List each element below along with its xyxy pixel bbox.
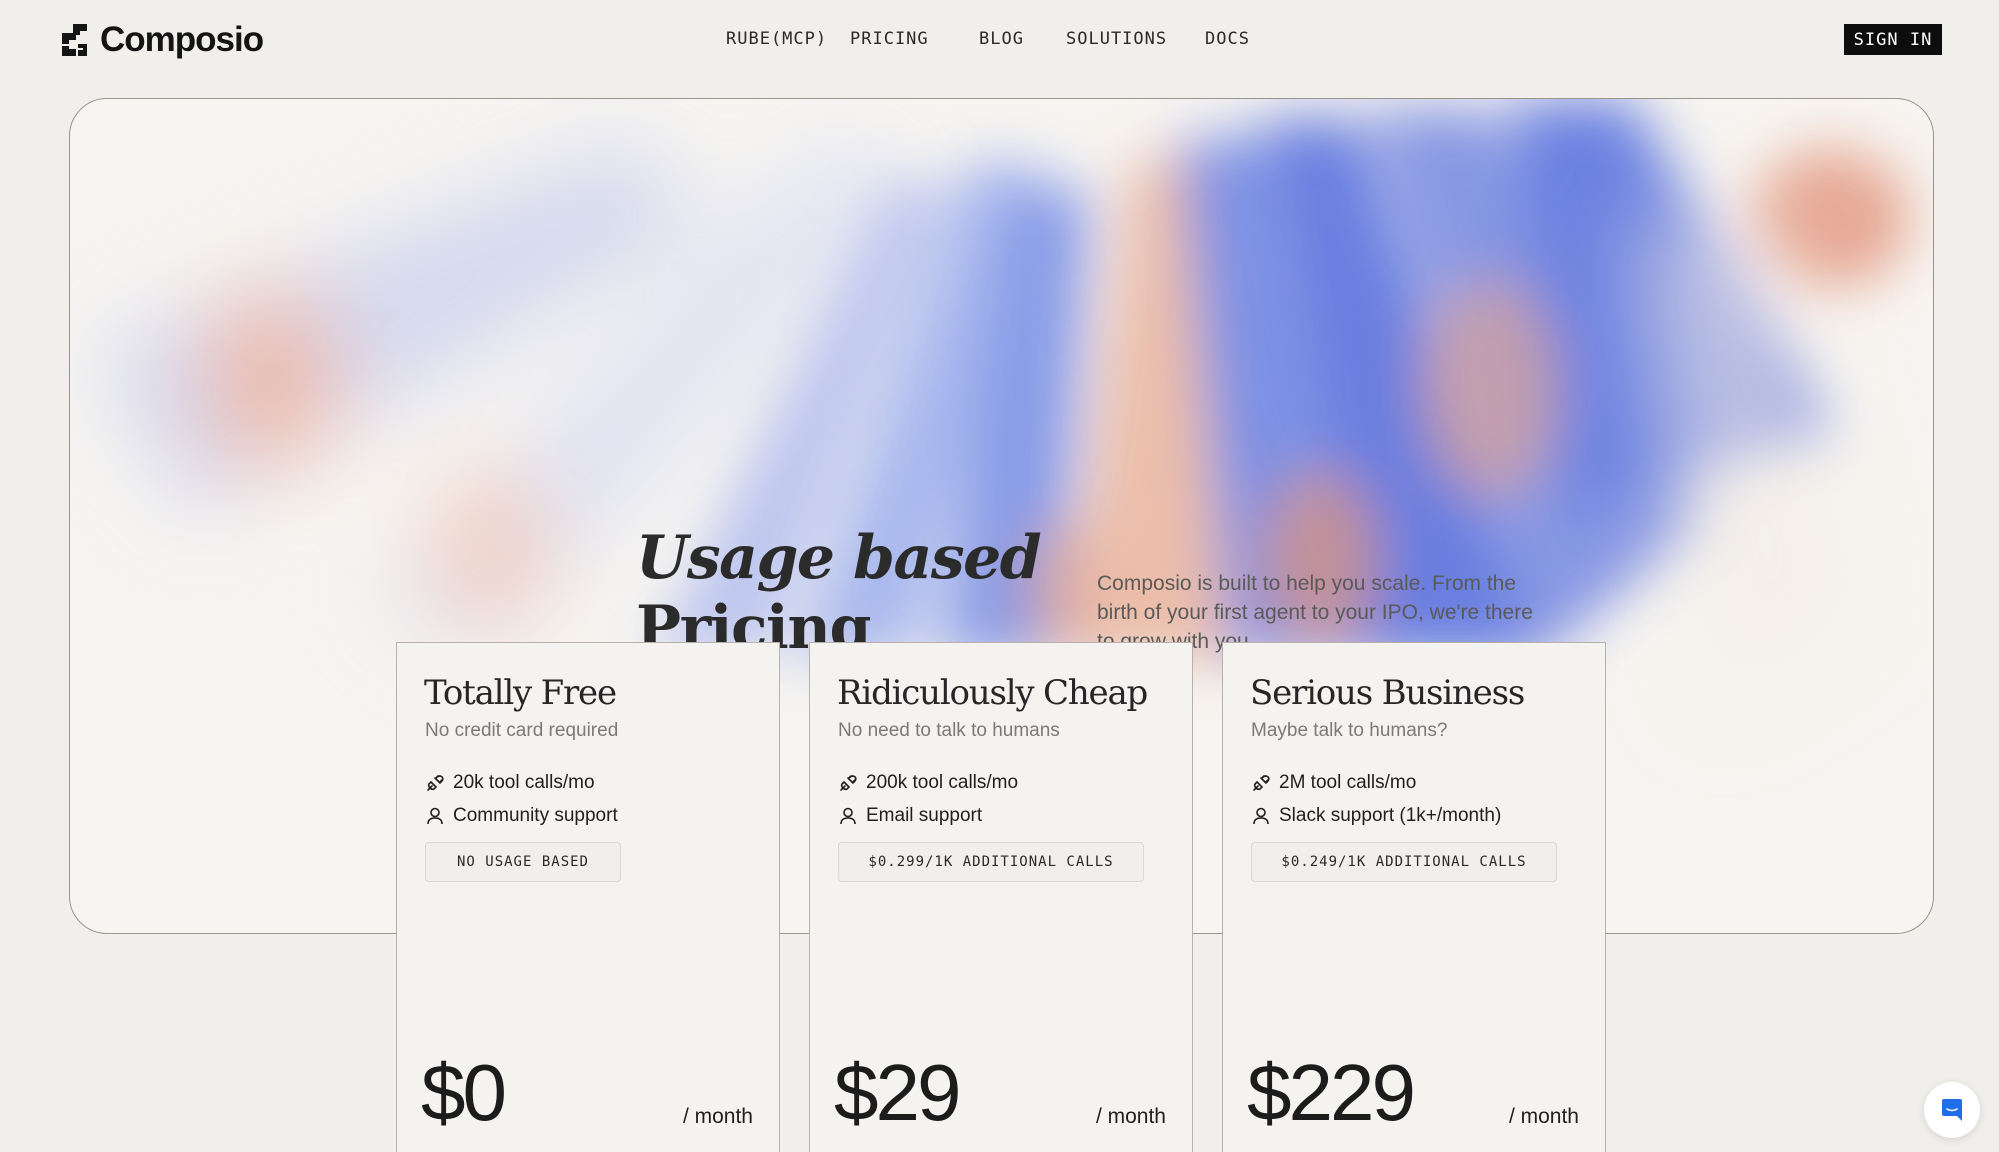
plan-price: $229 <box>1247 1048 1416 1137</box>
user-icon <box>427 807 443 825</box>
plug-icon <box>1253 775 1270 791</box>
plug-icon <box>427 775 444 791</box>
plan-feature-calls-label: 200k tool calls/mo <box>866 772 1019 793</box>
plan-usage-tag: $0.249/1K ADDITIONAL CALLS <box>1251 842 1557 882</box>
nav-link-blog[interactable]: BLOG <box>979 29 1024 49</box>
sign-in-button[interactable]: SIGN IN <box>1844 24 1942 55</box>
plan-feature-calls: 200k tool calls/mo <box>838 772 1018 794</box>
plan-feature-calls-label: 2M tool calls/mo <box>1279 772 1417 793</box>
plan-price: $0 <box>421 1048 507 1137</box>
plan-title: Totally Free <box>424 673 617 713</box>
nav-link-rube-mcp[interactable]: RUBE(MCP) <box>726 29 827 49</box>
nav-links: RUBE(MCP) PRICING BLOG SOLUTIONS DOCS <box>0 29 1999 53</box>
plan-feature-support: Slack support (1k+/month) <box>1251 805 1501 827</box>
plan-usage-tag: $0.299/1K ADDITIONAL CALLS <box>838 842 1144 882</box>
plan-subtitle: No credit card required <box>425 720 619 741</box>
plan-period: / month <box>1508 1105 1579 1128</box>
plan-period: / month <box>1095 1105 1166 1128</box>
chat-launcher-button[interactable] <box>1924 1082 1980 1138</box>
plan-feature-calls: 20k tool calls/mo <box>425 772 595 794</box>
plan-title: Serious Business <box>1250 673 1525 713</box>
plan-card-free[interactable]: Totally Free No credit card required 20k… <box>396 642 780 1152</box>
chat-icon <box>1942 1099 1962 1121</box>
nav-link-docs[interactable]: DOCS <box>1205 29 1250 49</box>
plug-icon <box>840 775 857 791</box>
plan-feature-support-label: Email support <box>866 805 983 826</box>
plan-card-business[interactable]: Serious Business Maybe talk to humans? 2… <box>1222 642 1606 1152</box>
plan-usage-tag: NO USAGE BASED <box>425 842 621 882</box>
plan-feature-support: Community support <box>425 805 618 827</box>
plan-feature-calls-label: 20k tool calls/mo <box>453 772 595 793</box>
plan-feature-support-label: Slack support (1k+/month) <box>1279 805 1502 826</box>
nav-link-pricing[interactable]: PRICING <box>850 29 929 49</box>
plan-card-cheap[interactable]: Ridiculously Cheap No need to talk to hu… <box>809 642 1193 1152</box>
user-icon <box>840 807 856 825</box>
plan-feature-support: Email support <box>838 805 982 827</box>
plan-subtitle: Maybe talk to humans? <box>1251 720 1448 741</box>
user-icon <box>1253 807 1269 825</box>
plan-feature-support-label: Community support <box>453 805 618 826</box>
top-nav: Composio RUBE(MCP) PRICING BLOG SOLUTION… <box>0 0 1999 80</box>
plan-price: $29 <box>834 1048 961 1137</box>
plan-subtitle: No need to talk to humans <box>838 720 1060 741</box>
nav-link-solutions[interactable]: SOLUTIONS <box>1066 29 1167 49</box>
plan-title: Ridiculously Cheap <box>837 673 1148 713</box>
plan-feature-calls: 2M tool calls/mo <box>1251 772 1416 794</box>
plan-period: / month <box>682 1105 753 1128</box>
page-title-line-1: Usage based <box>636 523 1042 593</box>
